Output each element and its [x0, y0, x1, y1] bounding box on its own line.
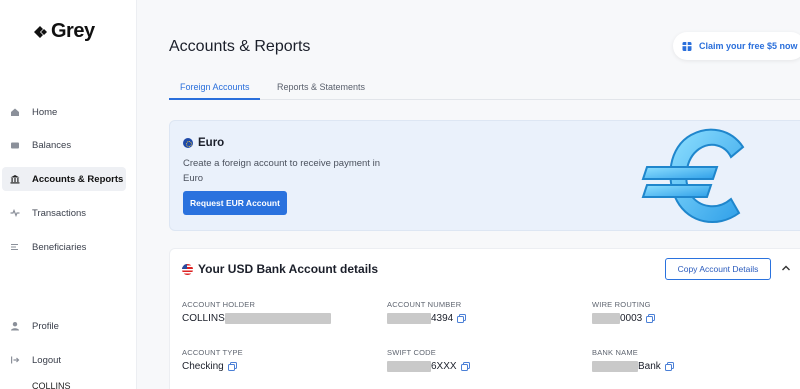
account-holder-value: COLLINS: [182, 313, 225, 324]
copy-icon[interactable]: [460, 362, 470, 371]
account-type-value: Checking: [182, 361, 224, 372]
wallet-icon: [10, 140, 20, 150]
sidebar-item-transactions[interactable]: Transactions: [2, 201, 126, 225]
sidebar-item-label: Transactions: [32, 207, 87, 219]
page-title: Accounts & Reports: [169, 38, 311, 55]
wire-routing-suffix: 0003: [620, 313, 643, 324]
claim-reward-button[interactable]: Claim your free $5 now: [673, 32, 800, 60]
sidebar-item-label: Balances: [32, 139, 72, 151]
sidebar-item-label: Home: [32, 106, 58, 118]
field-label: ACCOUNT TYPE: [182, 348, 243, 357]
tab-foreign-accounts[interactable]: Foreign Accounts: [169, 76, 260, 100]
activity-icon: [10, 208, 20, 218]
sidebar: Grey Home Balances Accounts & Reports Tr…: [0, 0, 137, 389]
redacted-text: [224, 313, 331, 324]
account-number-field: ACCOUNT NUMBER 4394: [387, 300, 467, 324]
tab-bar: Foreign Accounts Reports & Statements: [169, 76, 800, 100]
sidebar-item-label: Logout: [32, 354, 62, 366]
field-label: SWIFT CODE: [387, 348, 436, 357]
request-eur-account-button[interactable]: Request EUR Account: [183, 191, 287, 215]
bank-icon: [10, 174, 20, 184]
sidebar-item-home[interactable]: Home: [2, 100, 126, 124]
sidebar-item-balances[interactable]: Balances: [2, 133, 126, 157]
sidebar-item-logout[interactable]: Logout: [2, 348, 126, 372]
euro-title-text: Euro: [198, 137, 225, 149]
field-label: ACCOUNT HOLDER: [182, 300, 256, 309]
sidebar-item-label: Beneficiaries: [32, 241, 87, 253]
user-icon: [10, 321, 20, 331]
usd-card-title: Your USD Bank Account details: [182, 262, 378, 276]
sidebar-item-beneficiaries[interactable]: Beneficiaries: [2, 235, 126, 259]
field-label: WIRE ROUTING: [592, 300, 651, 309]
redacted-text: [592, 361, 638, 372]
chevron-up-icon[interactable]: [780, 262, 792, 274]
redacted-text: [592, 313, 620, 324]
sidebar-item-label: Accounts & Reports: [32, 173, 124, 185]
field-label: BANK NAME: [592, 348, 638, 357]
home-icon: [10, 107, 20, 117]
euro-card-title: Euro: [183, 137, 224, 149]
copy-icon[interactable]: [457, 314, 467, 323]
copy-icon[interactable]: [664, 362, 674, 371]
logout-icon: [10, 355, 20, 365]
sidebar-item-accounts-reports[interactable]: Accounts & Reports: [2, 167, 126, 191]
account-type-field: ACCOUNT TYPE Checking: [182, 348, 243, 372]
account-number-suffix: 4394: [431, 313, 454, 324]
tab-label: Foreign Accounts: [180, 82, 250, 92]
redacted-text: [387, 361, 431, 372]
eu-flag-icon: [183, 138, 193, 148]
logo-text: Grey: [51, 20, 95, 42]
sidebar-item-label: Profile: [32, 320, 59, 332]
wire-routing-field: WIRE ROUTING 0003: [592, 300, 656, 324]
field-value: 6XXX: [387, 361, 470, 372]
field-value: 0003: [592, 313, 656, 324]
usd-account-card: Your USD Bank Account details Copy Accou…: [169, 248, 800, 389]
euro-card-description: Create a foreign account to receive paym…: [183, 158, 380, 184]
swift-code-suffix: 6XXX: [431, 361, 457, 372]
field-value: Checking: [182, 361, 243, 372]
euro-symbol-illustration: [641, 128, 745, 223]
us-flag-icon: [182, 263, 193, 275]
field-value: Bank: [592, 361, 674, 372]
list-icon: [10, 242, 20, 252]
field-label: ACCOUNT NUMBER: [387, 300, 462, 309]
redacted-text: [387, 313, 431, 324]
grey-logo-icon: [34, 25, 47, 38]
claim-reward-label: Claim your free $5 now: [699, 41, 798, 51]
field-value: COLLINS: [182, 313, 331, 324]
logo[interactable]: Grey: [32, 20, 95, 43]
euro-account-card: Euro Create a foreign account to receive…: [169, 120, 800, 231]
field-value: 4394: [387, 313, 467, 324]
sidebar-item-profile[interactable]: Profile: [2, 314, 126, 338]
copy-account-details-button[interactable]: Copy Account Details: [665, 258, 771, 280]
copy-icon[interactable]: [227, 362, 237, 371]
bank-name-field: BANK NAME Bank: [592, 348, 674, 372]
tab-label: Reports & Statements: [277, 82, 366, 92]
tab-reports-statements[interactable]: Reports & Statements: [277, 76, 387, 100]
bank-name-suffix: Bank: [638, 361, 661, 372]
gift-icon: [682, 42, 692, 51]
account-holder-field: ACCOUNT HOLDER COLLINS: [182, 300, 331, 324]
swift-code-field: SWIFT CODE 6XXX: [387, 348, 470, 372]
user-name: COLLINS: [32, 381, 71, 389]
usd-title-text: Your USD Bank Account details: [198, 262, 379, 276]
copy-icon[interactable]: [646, 314, 656, 323]
